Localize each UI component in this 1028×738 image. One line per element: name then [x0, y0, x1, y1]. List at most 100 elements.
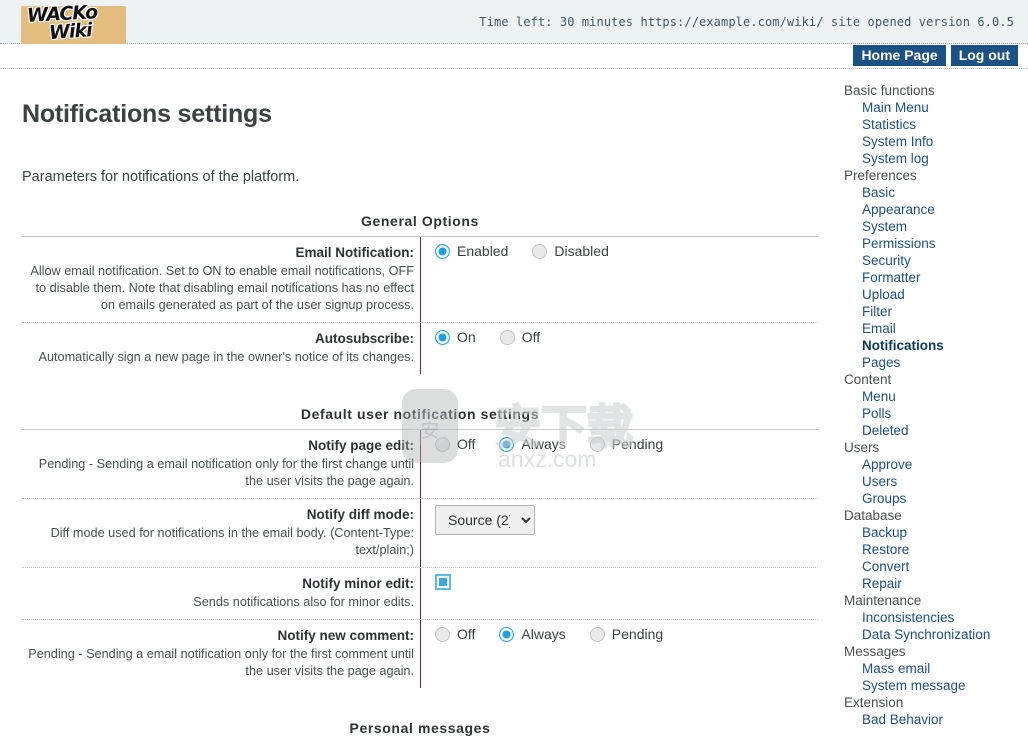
sidebar-item-data-synchronization[interactable]: Data Synchronization: [838, 626, 1028, 643]
sidebar-item-formatter[interactable]: Formatter: [838, 269, 1028, 286]
radio-icon-page-edit-always[interactable]: [499, 436, 515, 452]
sidebar-item-mass-email[interactable]: Mass email: [838, 660, 1028, 677]
label-autosubscribe: Autosubscribe:: [314, 331, 414, 346]
wackowiki-logo[interactable]: WACKo Wiki: [21, 1, 126, 46]
logo-text: WACKo Wiki: [26, 1, 139, 45]
radio-label-autosubscribe-on: On: [457, 329, 476, 345]
radio-label-page-edit-always: Always: [521, 436, 566, 452]
row-label-email-notification: Email Notification: Allow email notifica…: [22, 237, 420, 322]
label-email-notification: Email Notification:: [295, 245, 414, 260]
radio-icon-page-edit-off[interactable]: [435, 436, 450, 452]
sidebar-item-basic[interactable]: Basic: [838, 184, 1028, 201]
sidebar-item-system-log[interactable]: System log: [838, 150, 1028, 167]
sidebar-item-email[interactable]: Email: [838, 320, 1028, 337]
radio-label-page-edit-off: Off: [457, 436, 476, 452]
radio-option-email-enabled[interactable]: Enabled: [435, 243, 508, 259]
radio-option-autosubscribe-off[interactable]: Off: [499, 329, 540, 345]
sidebar-category-users: Users: [844, 440, 880, 455]
sidebar-item-filter[interactable]: Filter: [838, 303, 1028, 320]
row-label-notify-new-comment: Notify new comment: Pending - Sending a …: [22, 620, 420, 688]
section-heading-general: General Options: [22, 207, 818, 237]
session-info: Time left: 30 minutes https://example.co…: [479, 15, 1014, 29]
control-notify-new-comment: Off Always Pending: [420, 620, 818, 688]
settings-form: General Options Email Notification: Allo…: [22, 207, 818, 738]
radio-option-page-edit-pending[interactable]: Pending: [589, 436, 664, 452]
desc-email-notification: Allow email notification. Set to ON to e…: [30, 264, 414, 312]
sidebar-item-backup[interactable]: Backup: [838, 524, 1028, 541]
sidebar-item-main-menu[interactable]: Main Menu: [838, 99, 1028, 116]
sidebar-item-groups[interactable]: Groups: [838, 490, 1028, 507]
radio-option-email-disabled[interactable]: Disabled: [532, 243, 609, 259]
sidebar-item-deleted[interactable]: Deleted: [838, 422, 1028, 439]
sidebar-item-system-info[interactable]: System Info: [838, 133, 1028, 150]
row-label-notify-diff-mode: Notify diff mode: Diff mode used for not…: [22, 499, 420, 567]
control-notify-page-edit: Off Always Pending: [420, 430, 818, 498]
radio-icon-enabled[interactable]: [435, 243, 450, 259]
radio-label-new-comment-off: Off: [457, 626, 476, 642]
radio-option-autosubscribe-on[interactable]: On: [435, 329, 476, 345]
radio-label-page-edit-pending: Pending: [611, 436, 664, 452]
radio-icon-autosubscribe-off[interactable]: [499, 329, 515, 345]
desc-notify-minor-edit: Sends notifications also for minor edits…: [193, 595, 414, 609]
site-header: WACKo Wiki Time left: 30 minutes https:/…: [0, 0, 1028, 46]
row-label-notify-page-edit: Notify page edit: Pending - Sending a em…: [22, 430, 420, 498]
radio-option-new-comment-off[interactable]: Off: [435, 626, 475, 642]
nav-button-group: Home Page Log out: [853, 45, 1018, 66]
radio-icon-new-comment-off[interactable]: [435, 626, 450, 642]
radio-icon-autosubscribe-on[interactable]: [435, 329, 450, 345]
sidebar-item-appearance[interactable]: Appearance: [838, 201, 1028, 218]
logo-line-2: Wiki: [48, 19, 93, 45]
radio-icon-page-edit-pending[interactable]: [589, 436, 605, 452]
sidebar-item-statistics[interactable]: Statistics: [838, 116, 1028, 133]
sidebar-item-users[interactable]: Users: [838, 473, 1028, 490]
radio-option-page-edit-off[interactable]: Off: [435, 436, 475, 452]
log-out-button[interactable]: Log out: [950, 45, 1018, 66]
radio-label-new-comment-pending: Pending: [611, 626, 664, 642]
sidebar-item-menu[interactable]: Menu: [838, 388, 1028, 405]
radio-option-page-edit-always[interactable]: Always: [499, 436, 566, 452]
sidebar-category-content: Content: [844, 372, 892, 387]
label-notify-new-comment: Notify new comment:: [277, 628, 414, 643]
radio-icon-new-comment-pending[interactable]: [589, 626, 605, 642]
notify-minor-edit-checkbox[interactable]: [435, 574, 451, 590]
sidebar-category-database: Database: [844, 508, 902, 523]
row-notify-diff-mode: Notify diff mode: Diff mode used for not…: [22, 499, 818, 568]
sidebar-category-extension: Extension: [844, 695, 904, 710]
control-email-notification: Enabled Disabled: [420, 237, 818, 322]
sidebar-item-security[interactable]: Security: [838, 252, 1028, 269]
sidebar-item-system-message[interactable]: System message: [838, 677, 1028, 694]
page-title: Notifications settings: [22, 100, 272, 128]
sidebar-item-convert[interactable]: Convert: [838, 558, 1028, 575]
label-notify-minor-edit: Notify minor edit:: [302, 576, 414, 591]
row-autosubscribe: Autosubscribe: Automatically sign a new …: [22, 323, 818, 374]
label-notify-diff-mode: Notify diff mode:: [306, 507, 414, 522]
home-page-button[interactable]: Home Page: [853, 45, 946, 66]
row-notify-new-comment: Notify new comment: Pending - Sending a …: [22, 620, 818, 688]
radio-label-new-comment-always: Always: [521, 626, 566, 642]
radio-option-new-comment-pending[interactable]: Pending: [589, 626, 664, 642]
sidebar-item-repair[interactable]: Repair: [838, 575, 1028, 592]
radio-icon-disabled[interactable]: [532, 243, 548, 259]
sidebar-item-system[interactable]: System: [838, 218, 1028, 235]
sidebar-item-upload[interactable]: Upload: [838, 286, 1028, 303]
sidebar-item-inconsistencies[interactable]: Inconsistencies: [838, 609, 1028, 626]
radio-option-new-comment-always[interactable]: Always: [499, 626, 566, 642]
app-window: WACKo Wiki Time left: 30 minutes https:/…: [0, 0, 1028, 738]
sidebar-item-pages[interactable]: Pages: [838, 354, 1028, 371]
sidebar-item-approve[interactable]: Approve: [838, 456, 1028, 473]
sidebar-category-basic-functions: Basic functions: [844, 83, 935, 98]
top-navbar: Home Page Log out: [0, 44, 1028, 69]
sidebar-item-restore[interactable]: Restore: [838, 541, 1028, 558]
radio-group-notify-page-edit: Off Always Pending: [435, 436, 663, 452]
radio-group-email-notification: Enabled Disabled: [435, 243, 609, 259]
sidebar-item-bad-behavior[interactable]: Bad Behavior: [838, 711, 1028, 728]
sidebar-item-polls[interactable]: Polls: [838, 405, 1028, 422]
row-notify-page-edit: Notify page edit: Pending - Sending a em…: [22, 430, 818, 499]
radio-icon-new-comment-always[interactable]: [499, 626, 515, 642]
sidebar-item-permissions[interactable]: Permissions: [838, 235, 1028, 252]
sidebar-item-notifications[interactable]: Notifications: [838, 337, 1028, 354]
row-label-autosubscribe: Autosubscribe: Automatically sign a new …: [22, 323, 420, 374]
sidebar-category-messages: Messages: [844, 644, 906, 659]
notify-diff-mode-select[interactable]: Source (2): [435, 505, 535, 535]
radio-group-notify-new-comment: Off Always Pending: [435, 626, 663, 642]
